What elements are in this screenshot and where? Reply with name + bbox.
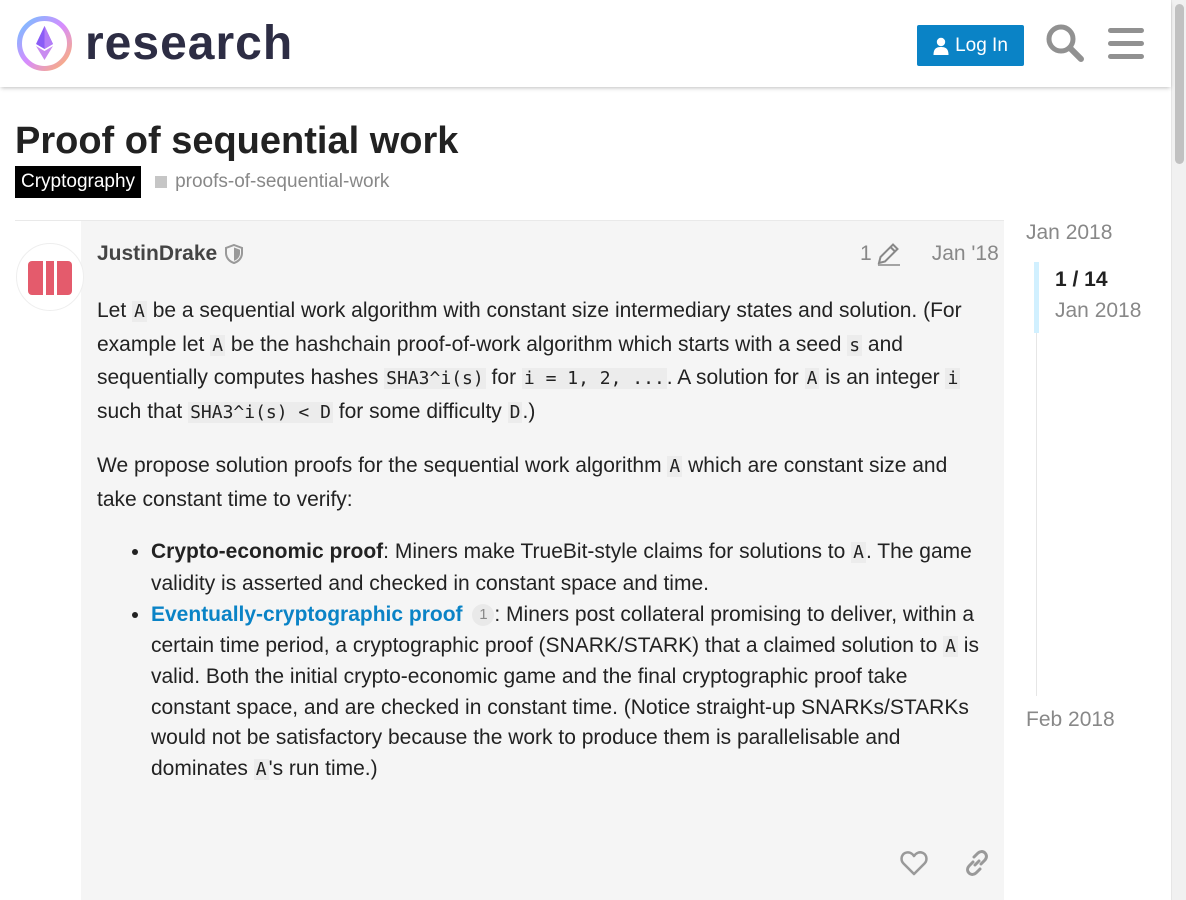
search-icon[interactable] xyxy=(1043,20,1087,66)
page-scrollbar[interactable] xyxy=(1171,0,1186,900)
post-content: Let A be a sequential work algorithm wit… xyxy=(97,295,992,785)
site-header: research Log In xyxy=(0,0,1171,87)
topic-title[interactable]: Proof of sequential work xyxy=(15,120,458,163)
pencil-icon xyxy=(877,243,900,266)
list-item: Eventually-cryptographic proof 1: Miners… xyxy=(151,600,992,785)
paragraph-1: Let A be a sequential work algorithm wit… xyxy=(97,299,962,423)
proof-list: Crypto-economic proof: Miners make TrueB… xyxy=(151,537,992,785)
timeline-position: 1 / 14 xyxy=(1055,268,1108,291)
timeline-handle[interactable] xyxy=(1034,262,1039,333)
post-date[interactable]: Jan '18 xyxy=(932,242,999,266)
post-meta: 1 Jan '18 xyxy=(860,240,999,268)
eventually-cryptographic-link[interactable]: Eventually-cryptographic proof xyxy=(151,603,463,626)
footnote-badge[interactable]: 1 xyxy=(472,604,495,626)
site-logo[interactable]: research xyxy=(16,15,293,72)
heart-icon xyxy=(900,851,928,876)
tag-link[interactable]: proofs-of-sequential-work xyxy=(155,171,389,193)
avatar[interactable] xyxy=(16,243,84,311)
timeline-current-date: Jan 2018 xyxy=(1055,299,1142,322)
ethereum-logo-icon xyxy=(17,16,72,71)
tag-label: proofs-of-sequential-work xyxy=(175,171,390,192)
scrollbar-thumb[interactable] xyxy=(1175,4,1184,164)
username: JustinDrake xyxy=(97,242,218,265)
edit-count: 1 xyxy=(860,242,872,265)
topic-tags: Cryptography proofs-of-sequential-work xyxy=(15,166,389,198)
like-button[interactable] xyxy=(894,843,934,883)
logo-text: research xyxy=(85,17,294,70)
login-label: Log In xyxy=(955,34,1008,56)
link-icon xyxy=(966,850,988,876)
user-icon xyxy=(933,37,949,55)
login-button[interactable]: Log In xyxy=(917,25,1024,66)
edit-history[interactable]: 1 xyxy=(860,242,902,266)
shield-icon xyxy=(225,244,244,264)
tag-square-icon xyxy=(155,176,168,188)
list-item: Crypto-economic proof: Miners make TrueB… xyxy=(151,537,992,599)
hamburger-menu-icon[interactable] xyxy=(1104,20,1148,66)
paragraph-2: We propose solution proofs for the seque… xyxy=(97,454,948,511)
post-author[interactable]: JustinDrake xyxy=(97,240,244,268)
timeline-end-date[interactable]: Feb 2018 xyxy=(1026,708,1115,732)
share-link-button[interactable] xyxy=(957,843,997,883)
category-badge[interactable]: Cryptography xyxy=(15,166,142,198)
timeline-start-date[interactable]: Jan 2018 xyxy=(1026,221,1112,245)
